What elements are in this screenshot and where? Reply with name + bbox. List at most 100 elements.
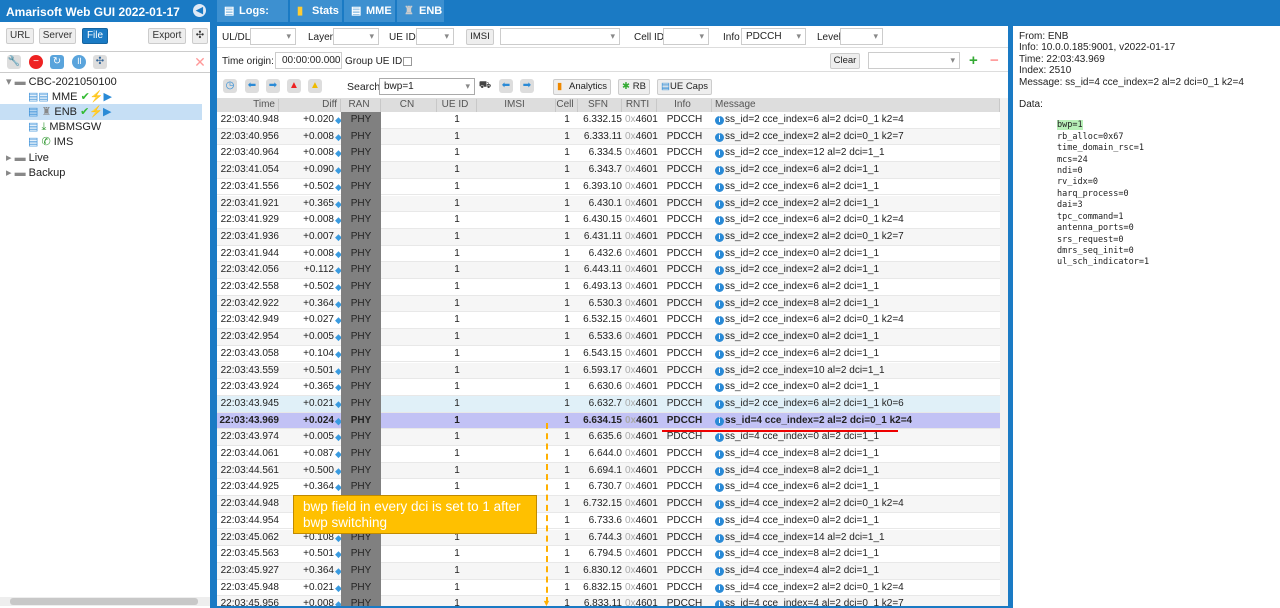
server-button[interactable]: Server xyxy=(39,28,76,44)
horizontal-scrollbar[interactable] xyxy=(0,597,210,606)
table-row[interactable]: 22:03:40.956 +0.008 ◆ PHY 1 1 6.333.11 0x4601 PD… xyxy=(217,128,1000,146)
imsi-select[interactable] xyxy=(500,28,620,45)
search-next-icon[interactable]: ➡ xyxy=(520,79,534,93)
tree-item-mbmsgw[interactable]: ▤ ⤓ MBMSGW xyxy=(0,119,210,135)
info-icon: i xyxy=(715,450,724,459)
column-header[interactable]: SFN xyxy=(578,99,622,112)
cell-sfn: 6.543.15 xyxy=(583,347,622,359)
layer-select[interactable] xyxy=(333,28,379,45)
imsi-button[interactable]: IMSI xyxy=(466,29,494,45)
table-row[interactable]: 22:03:43.969 +0.024 ◆ PHY 1 1 6.634.15 0x4601 PD… xyxy=(217,412,1000,430)
analytics-button[interactable]: ▮ Analytics xyxy=(553,79,611,95)
cell-rnti: 0x4601 xyxy=(625,147,658,159)
play-icon[interactable]: ▶ xyxy=(103,106,111,118)
tree-item-ims[interactable]: ▤ ✆ IMS xyxy=(0,134,210,150)
vertical-scrollbar[interactable] xyxy=(1000,98,1008,606)
table-row[interactable]: 22:03:41.936 +0.007 ◆ PHY 1 1 6.431.11 0x4601 PD… xyxy=(217,228,1000,246)
info-select[interactable]: PDCCH xyxy=(741,28,806,45)
column-header[interactable]: Diff xyxy=(279,99,341,112)
table-row[interactable]: 22:03:42.949 +0.027 ◆ PHY 1 1 6.532.15 0x4601 PD… xyxy=(217,312,1000,330)
table-row[interactable]: 22:03:40.964 +0.008 ◆ PHY 1 1 6.334.5 0x4601 PDC… xyxy=(217,145,1000,163)
table-row[interactable]: 22:03:42.922 +0.364 ◆ PHY 1 1 6.530.3 0x4601 PDC… xyxy=(217,295,1000,313)
tree-folder-live[interactable]: ▸ ▬ Live xyxy=(0,150,210,166)
wrench-icon[interactable]: 🔧 xyxy=(7,55,21,69)
time-origin-input[interactable]: 00:00:00.000 xyxy=(275,52,342,69)
tree-item-enb[interactable]: ▤ ♜ ENB ✔⚡▶ xyxy=(0,104,202,120)
column-header[interactable]: IMSI xyxy=(477,99,556,112)
arrow-left-icon[interactable]: ⬅ xyxy=(245,79,259,93)
clock-icon[interactable]: ◷ xyxy=(223,79,237,93)
cell-message: i ss_id=4 cce_index=8 al=2 dci=1_1 xyxy=(715,546,879,562)
collapse-icon[interactable]: ◀ xyxy=(193,4,206,17)
tree-folder-backup[interactable]: ▸ ▬ Backup xyxy=(0,165,210,181)
table-row[interactable]: 22:03:44.061 +0.087 ◆ PHY 1 1 6.644.0 0x4601 PDC… xyxy=(217,446,1000,463)
table-row[interactable]: 22:03:40.948 +0.020 ◆ PHY 1 1 6.332.15 0x4601 PD… xyxy=(217,112,1000,129)
column-header[interactable]: Time xyxy=(217,99,279,112)
tab-enb[interactable]: ♜ ENB xyxy=(397,0,445,22)
ue-caps-button[interactable]: ▤ UE Caps xyxy=(657,79,712,95)
stop-icon[interactable]: − xyxy=(29,55,43,69)
table-row[interactable]: 22:03:43.924 +0.365 ◆ PHY 1 1 6.630.6 0x4601 PDC… xyxy=(217,379,1000,397)
table-row[interactable]: 22:03:45.563 +0.501 ◆ PHY 1 1 6.794.5 0x4601 PDC… xyxy=(217,546,1000,564)
clear-button[interactable]: Clear xyxy=(830,53,860,69)
table-row[interactable]: 22:03:41.929 +0.008 ◆ PHY 1 1 6.430.15 0x4601 PD… xyxy=(217,212,1000,230)
table-row[interactable]: 22:03:43.559 +0.501 ◆ PHY 1 1 6.593.17 0x4601 PD… xyxy=(217,362,1000,380)
table-row[interactable]: 22:03:45.956 +0.008 ◆ PHY 1 1 6.833.11 0x4601 PD… xyxy=(217,596,1000,606)
level-select[interactable] xyxy=(840,28,883,45)
table-row[interactable]: 22:03:41.054 +0.090 ◆ PHY 1 1 6.343.7 0x4601 PDC… xyxy=(217,162,1000,180)
column-header[interactable]: Info xyxy=(657,99,712,112)
search-input[interactable]: bwp=1 xyxy=(379,78,475,95)
tree-root[interactable]: ▾ ▬ CBC-2021050100 xyxy=(0,74,210,90)
info-icon: i xyxy=(715,566,724,576)
add-icon[interactable]: + xyxy=(969,53,978,69)
group-ue-checkbox[interactable] xyxy=(403,57,412,66)
column-header[interactable]: RAN xyxy=(341,99,381,112)
tab-mme[interactable]: ▤ MME xyxy=(344,0,396,22)
arrow-right-icon[interactable]: ➡ xyxy=(266,79,280,93)
ueid-select[interactable] xyxy=(416,28,454,45)
table-row[interactable]: 22:03:43.058 +0.104 ◆ PHY 1 1 6.543.15 0x4601 PD… xyxy=(217,345,1000,363)
url-button[interactable]: URL xyxy=(6,28,34,44)
pause-icon[interactable]: ॥ xyxy=(72,55,86,69)
table-row[interactable]: 22:03:43.945 +0.021 ◆ PHY 1 1 6.632.7 0x4601 PDC… xyxy=(217,395,1000,413)
tab-stats[interactable]: ▮ Stats xyxy=(290,0,343,22)
tree-item-mme[interactable]: ▤▤ MME ✔⚡▶ xyxy=(0,89,210,105)
table-row[interactable]: 22:03:44.925 +0.364 ◆ PHY 1 1 6.730.7 0x4601 PDC… xyxy=(217,479,1000,497)
column-header[interactable]: Cell xyxy=(556,99,578,112)
remove-icon[interactable]: − xyxy=(990,53,999,69)
error-icon[interactable]: ▲ xyxy=(287,79,301,93)
column-header[interactable]: RNTI xyxy=(622,99,657,112)
table-row[interactable]: 22:03:41.921 +0.365 ◆ PHY 1 1 6.430.1 0x4601 PDC… xyxy=(217,195,1000,213)
connect-icon[interactable]: ✣ xyxy=(93,55,107,69)
search-prev-icon[interactable]: ⬅ xyxy=(499,79,513,93)
cell-sfn: 6.333.11 xyxy=(583,130,622,142)
file-button[interactable]: File xyxy=(82,28,108,44)
refresh-icon[interactable]: ↻ xyxy=(50,55,64,69)
export-button[interactable]: Export xyxy=(148,28,186,44)
filter-preset-select[interactable] xyxy=(868,52,960,69)
column-header[interactable]: UE ID xyxy=(437,99,477,112)
column-header[interactable]: CN xyxy=(381,99,437,112)
settings-button[interactable]: ✣ xyxy=(192,28,208,44)
cell-diff: +0.502 xyxy=(303,180,334,192)
delete-icon[interactable]: ✕ xyxy=(193,55,207,69)
table-row[interactable]: 22:03:45.948 +0.021 ◆ PHY 1 1 6.832.15 0x4601 PD… xyxy=(217,579,1000,597)
table-row[interactable]: 22:03:41.944 +0.008 ◆ PHY 1 1 6.432.6 0x4601 PDC… xyxy=(217,245,1000,263)
table-row[interactable]: 22:03:42.954 +0.005 ◆ PHY 1 1 6.533.6 0x4601 PDC… xyxy=(217,329,1000,347)
rb-button[interactable]: ✱ RB xyxy=(618,79,650,95)
table-row[interactable]: 22:03:45.927 +0.364 ◆ PHY 1 1 6.830.12 0x4601 PD… xyxy=(217,562,1000,580)
cell-rnti: 0x4601 xyxy=(625,297,658,309)
tab-logs[interactable]: ▤Logs: 4488 xyxy=(217,0,289,39)
table-row[interactable]: 22:03:42.056 +0.112 ◆ PHY 1 1 6.443.11 0x4601 PD… xyxy=(217,262,1000,280)
table-row[interactable]: 22:03:41.556 +0.502 ◆ PHY 1 1 6.393.10 0x4601 PD… xyxy=(217,178,1000,196)
table-row[interactable]: 22:03:42.558 +0.502 ◆ PHY 1 1 6.493.13 0x4601 PD… xyxy=(217,279,1000,296)
cell-message: i ss_id=4 cce_index=4 al=2 dci=0_1 k2=7 xyxy=(715,596,904,606)
uldl-select[interactable] xyxy=(250,28,296,45)
cellid-select[interactable] xyxy=(663,28,709,45)
cell-diff: +0.090 xyxy=(303,164,334,176)
warning-icon[interactable]: ▲ xyxy=(308,79,322,93)
binoculars-icon[interactable]: ⛟ xyxy=(478,79,492,93)
play-icon[interactable]: ▶ xyxy=(104,91,112,103)
table-row[interactable]: 22:03:44.561 +0.500 ◆ PHY 1 1 6.694.1 0x4601 PDC… xyxy=(217,462,1000,480)
column-header[interactable]: Message xyxy=(712,99,1000,112)
